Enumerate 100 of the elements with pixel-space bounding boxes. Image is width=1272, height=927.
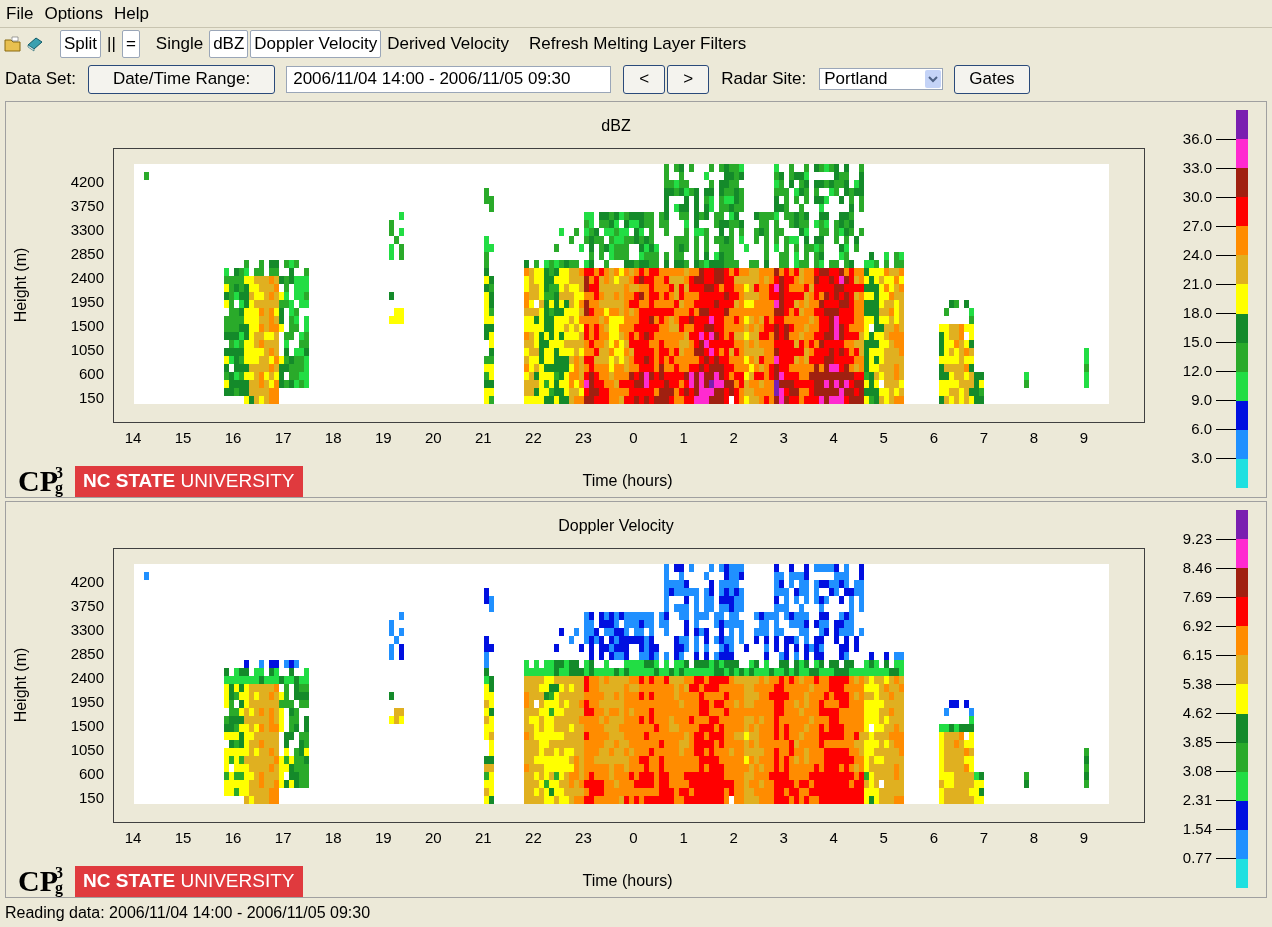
- toolbar-button[interactable]: Refresh Melting Layer Filters: [525, 30, 751, 58]
- scale-label: 21.0: [1181, 275, 1212, 293]
- axis-tick-label: 3300: [70, 620, 104, 639]
- scale-label: 3.0: [1190, 449, 1212, 467]
- axis-tick-label: 15: [173, 428, 193, 448]
- axis-tick-label: 23: [574, 828, 593, 848]
- axis-tick-label: 16: [223, 828, 243, 848]
- axis-tick-label: 1050: [70, 740, 104, 759]
- scale-label: 36.0: [1181, 130, 1212, 148]
- axis-tick-label: 1500: [70, 316, 104, 335]
- axis-tick-label: 9: [1078, 828, 1090, 848]
- axis-tick-label: 3750: [70, 196, 104, 215]
- date-range-field[interactable]: 2006/11/04 14:00 - 2006/11/05 09:30: [286, 65, 612, 93]
- university-name: NC STATE UNIVERSITY: [83, 869, 295, 894]
- scale-label: 15.0: [1181, 333, 1212, 351]
- menu-item[interactable]: Options: [44, 0, 103, 27]
- axis-label: Time (hours): [582, 471, 673, 491]
- date-range-button[interactable]: Date/Time Range:: [87, 64, 276, 94]
- axis-label: Time (hours): [582, 871, 673, 891]
- chart-title: dBZ: [601, 116, 631, 136]
- axis-tick-label: 1050: [70, 340, 104, 359]
- scale-label: 9.23: [1181, 530, 1212, 548]
- toolbar-button[interactable]: =: [121, 30, 140, 58]
- axis-tick-label: 6: [928, 828, 939, 848]
- scale-label: 33.0: [1181, 159, 1212, 177]
- scale-label: 5.38: [1181, 675, 1212, 693]
- scale-label: 3.08: [1181, 762, 1212, 780]
- axis-tick-label: 19: [373, 428, 393, 448]
- menu-item[interactable]: Help: [114, 0, 149, 27]
- axis-tick-label: 5: [878, 828, 889, 848]
- gates-button[interactable]: Gates: [954, 64, 1030, 94]
- axis-tick-label: 600: [78, 364, 104, 383]
- axis-tick-label: 8: [1028, 428, 1040, 448]
- menu-item[interactable]: File: [6, 0, 34, 27]
- axis-tick-label: 7: [978, 828, 989, 848]
- axis-tick-label: 8: [1028, 828, 1040, 848]
- axis-tick-label: 21: [474, 828, 493, 848]
- axis-tick-label: 15: [173, 828, 193, 848]
- axis-tick-label: 150: [78, 388, 104, 407]
- axis-tick-label: 5: [878, 428, 889, 448]
- toolbar-button[interactable]: ||: [103, 30, 120, 58]
- university-name: NC STATE UNIVERSITY: [83, 469, 295, 494]
- scale-label: 6.0: [1190, 420, 1212, 438]
- axis-tick-label: 600: [78, 764, 104, 783]
- axis-tick-label: 4200: [70, 573, 104, 591]
- scale-label: 12.0: [1181, 362, 1212, 380]
- axis-tick-label: 150: [78, 788, 104, 807]
- axis-tick-label: 2: [728, 428, 739, 448]
- axis-tick-label: 7: [978, 428, 989, 448]
- toolbar-button[interactable]: Derived Velocity: [383, 30, 514, 58]
- scale-label: 18.0: [1181, 304, 1212, 322]
- axis-tick-label: 0: [628, 828, 639, 848]
- axis-tick-label: 20: [423, 428, 443, 448]
- status-text: Reading data: 2006/11/04 14:00 - 2006/11/05 09:30: [5, 902, 371, 923]
- axis-tick-label: 4200: [70, 173, 104, 191]
- scale-label: 8.46: [1181, 559, 1212, 577]
- axis-tick-label: 1950: [70, 292, 104, 311]
- scale-label: 3.85: [1181, 733, 1212, 751]
- previous-button[interactable]: <: [623, 64, 666, 94]
- field-label: Radar Site:: [721, 68, 807, 91]
- axis-tick-label: 18: [323, 428, 343, 448]
- toolbar-button[interactable]: Split: [60, 30, 102, 58]
- axis-tick-label: 21: [474, 428, 493, 448]
- axis-tick-label: 23: [574, 428, 593, 448]
- scale-label: 4.62: [1181, 704, 1212, 722]
- axis-tick-label: 14: [123, 428, 143, 448]
- next-button[interactable]: >: [667, 64, 710, 94]
- axis-tick-label: 2400: [70, 268, 104, 287]
- axis-tick-label: 16: [223, 428, 243, 448]
- scale-label: 1.54: [1181, 820, 1212, 838]
- axis-tick-label: 20: [423, 828, 443, 848]
- scale-label: 24.0: [1181, 246, 1212, 264]
- chart-title: Doppler Velocity: [558, 516, 674, 536]
- scale-label: 6.15: [1181, 646, 1212, 664]
- axis-tick-label: 1: [678, 828, 689, 848]
- toolbar-button[interactable]: Doppler Velocity: [250, 30, 382, 58]
- axis-tick-label: 3: [778, 428, 789, 448]
- toolbar-button[interactable]: Single: [151, 30, 208, 58]
- field-label: Data Set:: [5, 68, 76, 91]
- book-icon[interactable]: [26, 36, 44, 52]
- axis-tick-label: 22: [524, 428, 543, 448]
- scale-label: 0.77: [1181, 849, 1212, 867]
- axis-tick-label: 22: [524, 828, 543, 848]
- toolbar-button[interactable]: dBZ: [209, 30, 249, 58]
- axis-label: Height (m): [11, 647, 31, 723]
- axis-tick-label: 4: [828, 428, 839, 448]
- axis-tick-label: 2: [728, 828, 739, 848]
- axis-tick-label: 18: [323, 828, 343, 848]
- axis-tick-label: 1: [678, 428, 689, 448]
- axis-tick-label: 2850: [70, 644, 104, 663]
- folder-icon[interactable]: [4, 36, 22, 52]
- scale-label: 27.0: [1181, 217, 1212, 235]
- radar-site-select[interactable]: Portland: [819, 68, 944, 90]
- axis-tick-label: 3750: [70, 596, 104, 615]
- axis-tick-label: 9: [1078, 428, 1090, 448]
- scale-label: 7.69: [1181, 588, 1212, 606]
- axis-tick-label: 19: [373, 828, 393, 848]
- axis-tick-label: 2400: [70, 668, 104, 687]
- axis-tick-label: 14: [123, 828, 143, 848]
- scale-label: 30.0: [1181, 188, 1212, 206]
